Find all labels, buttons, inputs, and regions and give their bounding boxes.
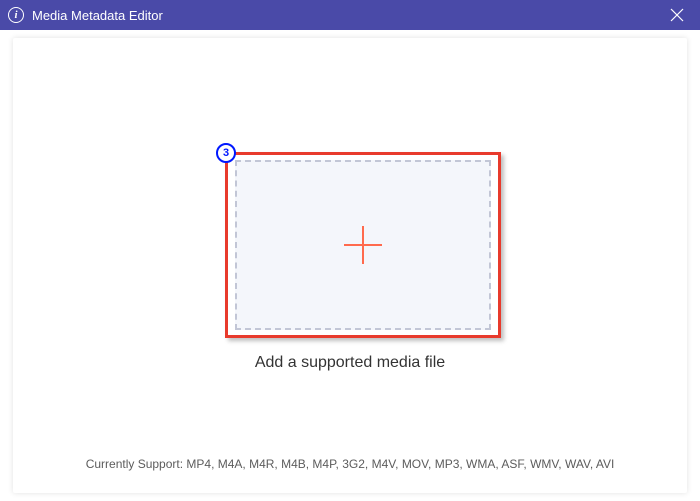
dropzone-container: 3: [225, 152, 501, 338]
window-title: Media Metadata Editor: [32, 8, 662, 23]
plus-icon: [340, 222, 386, 268]
inner-panel: 3 Add a supported media file Currently S…: [13, 38, 687, 493]
supported-formats-text: Currently Support: MP4, M4A, M4R, M4B, M…: [13, 457, 687, 471]
step-badge: 3: [216, 143, 236, 163]
close-button[interactable]: [662, 0, 692, 30]
file-dropzone[interactable]: [235, 160, 491, 330]
close-icon: [670, 8, 684, 22]
drop-label: Add a supported media file: [13, 354, 687, 372]
titlebar: i Media Metadata Editor: [0, 0, 700, 30]
info-icon: i: [8, 7, 24, 23]
content-area: 3 Add a supported media file Currently S…: [0, 30, 700, 501]
